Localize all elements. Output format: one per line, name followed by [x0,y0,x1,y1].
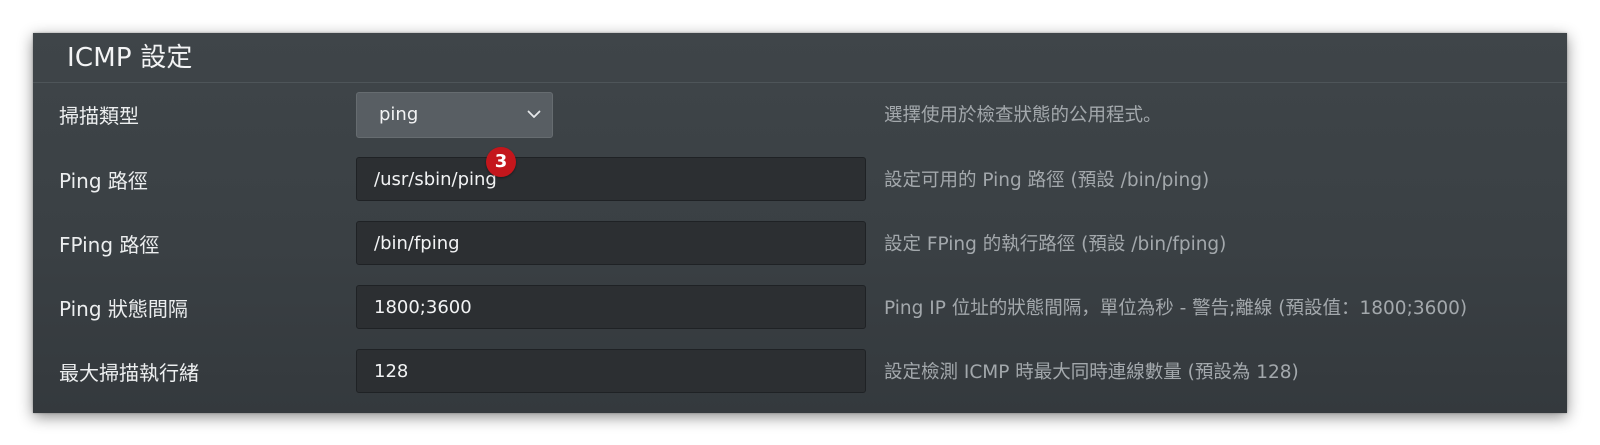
ping-path-label: Ping 路徑 [59,169,148,193]
max-scan-threads-label: 最大掃描執行緒 [59,361,199,385]
row-ping-status-interval: Ping 狀態間隔 1800;3600 Ping IP 位址的狀態間隔，單位為秒… [33,285,1567,333]
fping-path-input[interactable]: /bin/fping [356,221,866,265]
ping-path-description: 設定可用的 Ping 路徑 (預設 /bin/ping) [884,170,1210,191]
scan-type-value: ping [379,104,419,125]
chevron-down-icon [527,110,541,118]
ping-status-interval-input[interactable]: 1800;3600 [356,285,866,329]
fping-path-value: /bin/fping [374,233,460,254]
row-ping-path: Ping 路徑 /usr/sbin/ping 設定可用的 Ping 路徑 (預設… [33,157,1567,205]
fping-path-description: 設定 FPing 的執行路徑 (預設 /bin/fping) [884,234,1227,255]
ping-path-value: /usr/sbin/ping [374,169,497,190]
panel-header: ICMP 設定 [33,33,1567,83]
ping-status-interval-label: Ping 狀態間隔 [59,297,188,321]
ping-status-interval-description: Ping IP 位址的狀態間隔，單位為秒 - 警告;離線 (預設值：1800;3… [884,298,1468,319]
max-scan-threads-input[interactable]: 128 [356,349,866,393]
scan-type-select[interactable]: ping [356,92,553,138]
section-title: ICMP 設定 [67,43,193,73]
scan-type-description: 選擇使用於檢查狀態的公用程式。 [884,105,1162,126]
row-fping-path: FPing 路徑 /bin/fping 設定 FPing 的執行路徑 (預設 /… [33,221,1567,269]
ping-path-input[interactable]: /usr/sbin/ping [356,157,866,201]
fping-path-label: FPing 路徑 [59,233,160,257]
icmp-settings-panel: ICMP 設定 掃描類型 ping 選擇使用於檢查狀態的公用程式。 Ping 路… [33,33,1567,413]
annotation-badge: 3 [486,147,516,177]
row-max-scan-threads: 最大掃描執行緒 128 設定檢測 ICMP 時最大同時連線數量 (預設為 128… [33,349,1567,397]
scan-type-label: 掃描類型 [59,104,139,128]
row-scan-type: 掃描類型 ping 選擇使用於檢查狀態的公用程式。 [33,92,1567,140]
max-scan-threads-description: 設定檢測 ICMP 時最大同時連線數量 (預設為 128) [884,362,1299,383]
ping-status-interval-value: 1800;3600 [374,297,472,318]
max-scan-threads-value: 128 [374,361,409,382]
